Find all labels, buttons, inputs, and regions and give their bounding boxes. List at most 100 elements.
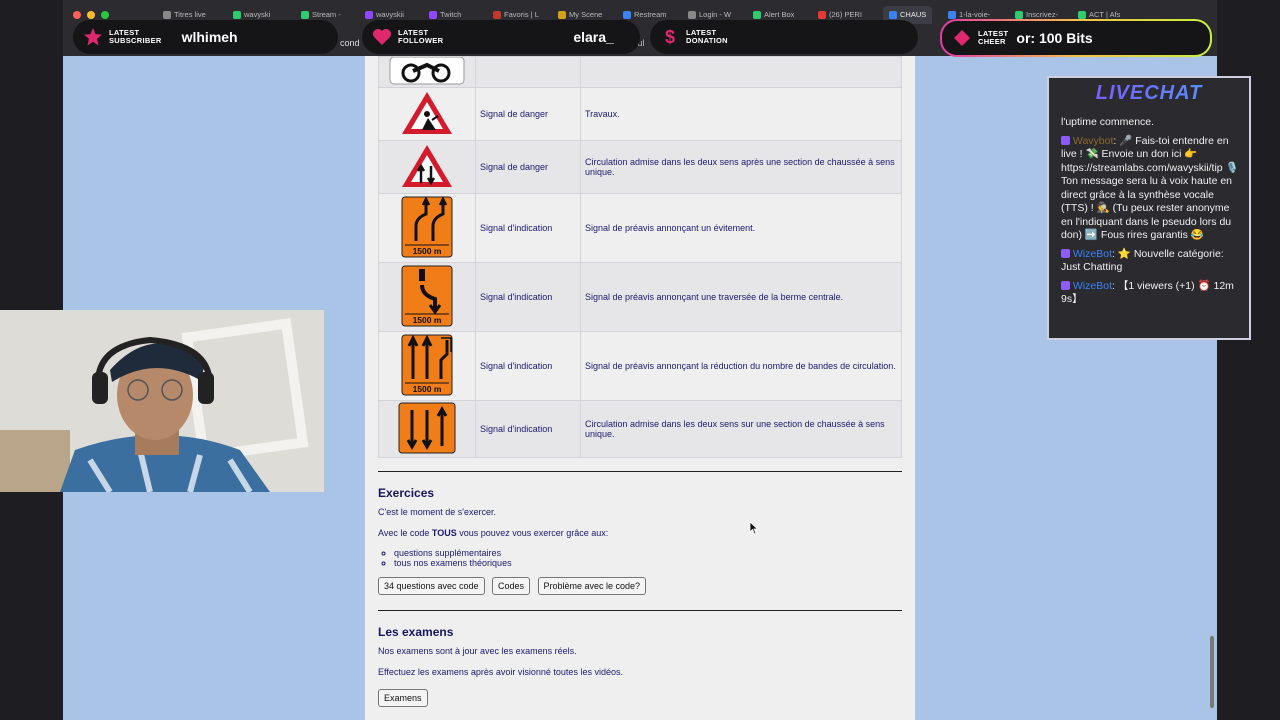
close-window-button[interactable]	[73, 11, 81, 19]
chat-username: WizeBot	[1072, 247, 1113, 260]
main-content: Signal de danger Travaux. Signal de danger…	[365, 56, 915, 720]
tab-favicon-icon	[163, 11, 171, 19]
table-row: Signal de danger Circulation admise dans …	[378, 140, 902, 194]
sign-description: Travaux.	[580, 87, 902, 141]
page-scrollbar[interactable]	[1210, 636, 1214, 708]
code-problem-button[interactable]: Problème avec le code?	[537, 577, 647, 595]
sign-image-cell	[378, 400, 476, 458]
sign-image-cell: 1500 m	[378, 331, 476, 401]
chat-username: Wavybot	[1072, 134, 1114, 147]
codes-button[interactable]: Codes	[492, 577, 531, 595]
tab-favicon-icon	[558, 11, 566, 19]
chat-text: : 🎤 Fais-toi entendre en live ! 💸 Envoie…	[1061, 134, 1239, 242]
sign-image-cell: 1500 m	[378, 262, 476, 332]
livechat-title: LIVECHAT	[1049, 82, 1249, 105]
exercices-list: questions supplémentaires tous nos exame…	[378, 548, 902, 568]
heart-icon	[373, 29, 391, 45]
sign-category: Signal de danger	[475, 87, 581, 141]
star-icon	[84, 28, 102, 46]
sign-image-cell	[378, 140, 476, 194]
webcam-feed	[0, 310, 324, 492]
sign-description: Circulation admise dans les deux sens ap…	[580, 140, 902, 194]
dollar-icon: $	[665, 27, 675, 47]
livechat-panel: LIVECHAT l'uptime commence. Wavybot: 🎤 F…	[1047, 76, 1251, 340]
svg-text:$: $	[665, 27, 675, 47]
questions-with-code-button[interactable]: 34 questions avec code	[378, 577, 485, 595]
tab-favicon-icon	[948, 11, 956, 19]
two-way-traffic-sign-icon	[400, 143, 454, 191]
minimize-window-button[interactable]	[87, 11, 95, 19]
follower-label-line2: FOLLOWER	[398, 36, 444, 45]
tab-favicon-icon	[753, 11, 761, 19]
sign-category: Signal d'indication	[475, 262, 581, 332]
sign-description	[580, 56, 902, 88]
latest-donation-bar: $ LATEST DONATION	[650, 20, 918, 54]
sign-image-cell: 1500 m	[378, 193, 476, 263]
sign-description: Signal de préavis annonçant un évitement…	[580, 193, 902, 263]
examens-title: Les examens	[378, 625, 454, 639]
chat-message: l'uptime commence.	[1061, 116, 1155, 128]
subscriber-label-line2: SUBSCRIBER	[109, 36, 162, 45]
sign-description: Circulation admise dans les deux sens su…	[580, 400, 902, 458]
sign-description: Signal de préavis annonçant la réduction…	[580, 331, 902, 401]
exercices-code-line: Avec le code TOUS vous pouvez vous exerc…	[378, 528, 902, 538]
subscriber-label: LATEST SUBSCRIBER	[109, 29, 162, 45]
diamond-icon	[954, 30, 970, 46]
lane-reduction-sign-icon: 1500 m	[401, 334, 453, 398]
sign-image-cell	[378, 56, 476, 88]
maximize-window-button[interactable]	[101, 11, 109, 19]
sign-category: Signal d'indication	[475, 400, 581, 458]
list-item[interactable]: tous nos examens théoriques	[394, 558, 902, 568]
sign-distance-label: 1500 m	[412, 384, 442, 394]
sign-image-cell	[378, 87, 476, 141]
examens-section: Les examens Nos examens sont à jour avec…	[378, 625, 902, 707]
mouse-cursor-icon	[749, 521, 759, 535]
table-row: 1500 m Signal d'indication Signal de préav…	[378, 193, 902, 263]
chat-message: Wavybot: 🎤 Fais-toi entendre en live ! 💸…	[1061, 135, 1243, 243]
table-row	[378, 56, 902, 88]
signs-table: Signal de danger Travaux. Signal de danger…	[378, 56, 902, 458]
tab-favicon-icon	[301, 11, 309, 19]
webcam-image	[0, 310, 324, 492]
tab-favicon-icon	[493, 11, 501, 19]
table-row: Signal d'indication Circulation admise da…	[378, 400, 902, 458]
latest-subscriber-bar: LATEST SUBSCRIBER wlhimeh	[73, 20, 338, 54]
table-row: Signal de danger Travaux.	[378, 87, 902, 141]
code-line-pre: Avec le code	[378, 528, 432, 538]
bot-badge-icon	[1061, 281, 1070, 291]
sign-category	[475, 56, 581, 88]
list-item[interactable]: questions supplémentaires	[394, 548, 902, 558]
examens-button[interactable]: Examens	[378, 689, 428, 707]
examens-line2: Effectuez les examens après avoir vision…	[378, 667, 623, 677]
cheer-label: LATEST CHEER	[978, 30, 1008, 46]
tab-favicon-icon	[1015, 11, 1023, 19]
exercices-intro: C'est le moment de s'exercer.	[378, 507, 496, 517]
tab-favicon-icon	[1078, 11, 1086, 19]
latest-cheer-bar: LATEST CHEER or: 100 Bits	[940, 19, 1212, 57]
chat-messages: l'uptime commence. Wavybot: 🎤 Fais-toi e…	[1061, 116, 1243, 312]
tab-favicon-icon	[233, 11, 241, 19]
motorcycle-sign-icon	[389, 56, 465, 87]
tab-favicon-icon	[623, 11, 631, 19]
window-controls	[73, 11, 109, 19]
tab-favicon-icon	[889, 11, 897, 19]
subscriber-value: wlhimeh	[181, 29, 238, 45]
lane-shift-sign-icon: 1500 m	[401, 196, 453, 260]
address-fragment-left: cond	[340, 38, 360, 48]
sign-distance-label: 1500 m	[412, 246, 442, 256]
chat-message: WizeBot: ⭐ Nouvelle catégorie: Just Chat…	[1061, 248, 1243, 275]
divider	[378, 471, 902, 472]
sign-category: Signal d'indication	[475, 331, 581, 401]
code-line-post: vous pouvez vous exercer grâce aux:	[456, 528, 609, 538]
tab-favicon-icon	[429, 11, 437, 19]
follower-label: LATEST FOLLOWER	[398, 29, 443, 45]
examens-line1: Nos examens sont à jour avec les examens…	[378, 646, 577, 656]
median-crossing-sign-icon: 1500 m	[401, 265, 453, 329]
tab-favicon-icon	[818, 11, 826, 19]
cheer-label-line2: CHEER	[978, 37, 1006, 46]
tab-favicon-icon	[365, 11, 373, 19]
follower-value: elara_	[573, 29, 614, 45]
divider	[378, 610, 902, 611]
exercices-buttons: 34 questions avec code Codes Problème av…	[378, 576, 902, 595]
exercices-section: Exercices C'est le moment de s'exercer. …	[378, 486, 902, 595]
